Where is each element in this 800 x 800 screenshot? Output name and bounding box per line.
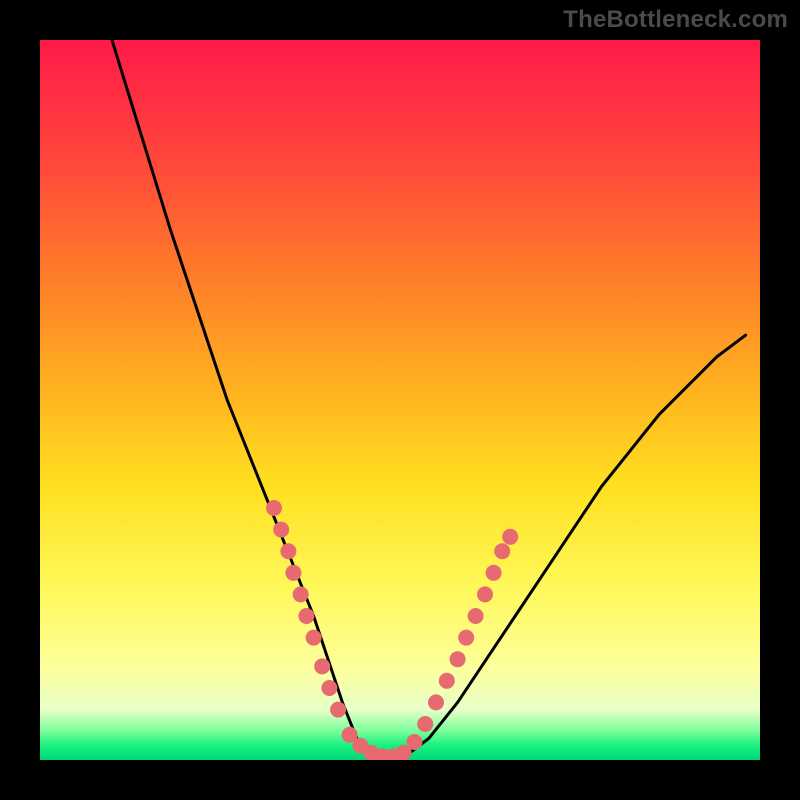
data-point: [439, 673, 455, 689]
data-point: [494, 543, 510, 559]
bottleneck-curve: [112, 40, 746, 760]
chart-frame: TheBottleneck.com: [0, 0, 800, 800]
data-point: [477, 586, 493, 602]
data-point: [298, 608, 314, 624]
data-point: [280, 543, 296, 559]
data-point: [330, 702, 346, 718]
data-points: [266, 500, 518, 760]
watermark-text: TheBottleneck.com: [563, 6, 788, 34]
plot-area: [40, 40, 760, 760]
data-point: [314, 658, 330, 674]
data-point: [468, 608, 484, 624]
data-point: [321, 680, 337, 696]
data-point: [406, 734, 422, 750]
data-point: [273, 522, 289, 538]
data-point: [458, 630, 474, 646]
data-point: [306, 630, 322, 646]
data-point: [285, 565, 301, 581]
data-point: [293, 586, 309, 602]
data-point: [502, 529, 518, 545]
data-point: [428, 694, 444, 710]
chart-svg: [40, 40, 760, 760]
data-point: [486, 565, 502, 581]
data-point: [266, 500, 282, 516]
data-point: [417, 716, 433, 732]
data-point: [450, 651, 466, 667]
